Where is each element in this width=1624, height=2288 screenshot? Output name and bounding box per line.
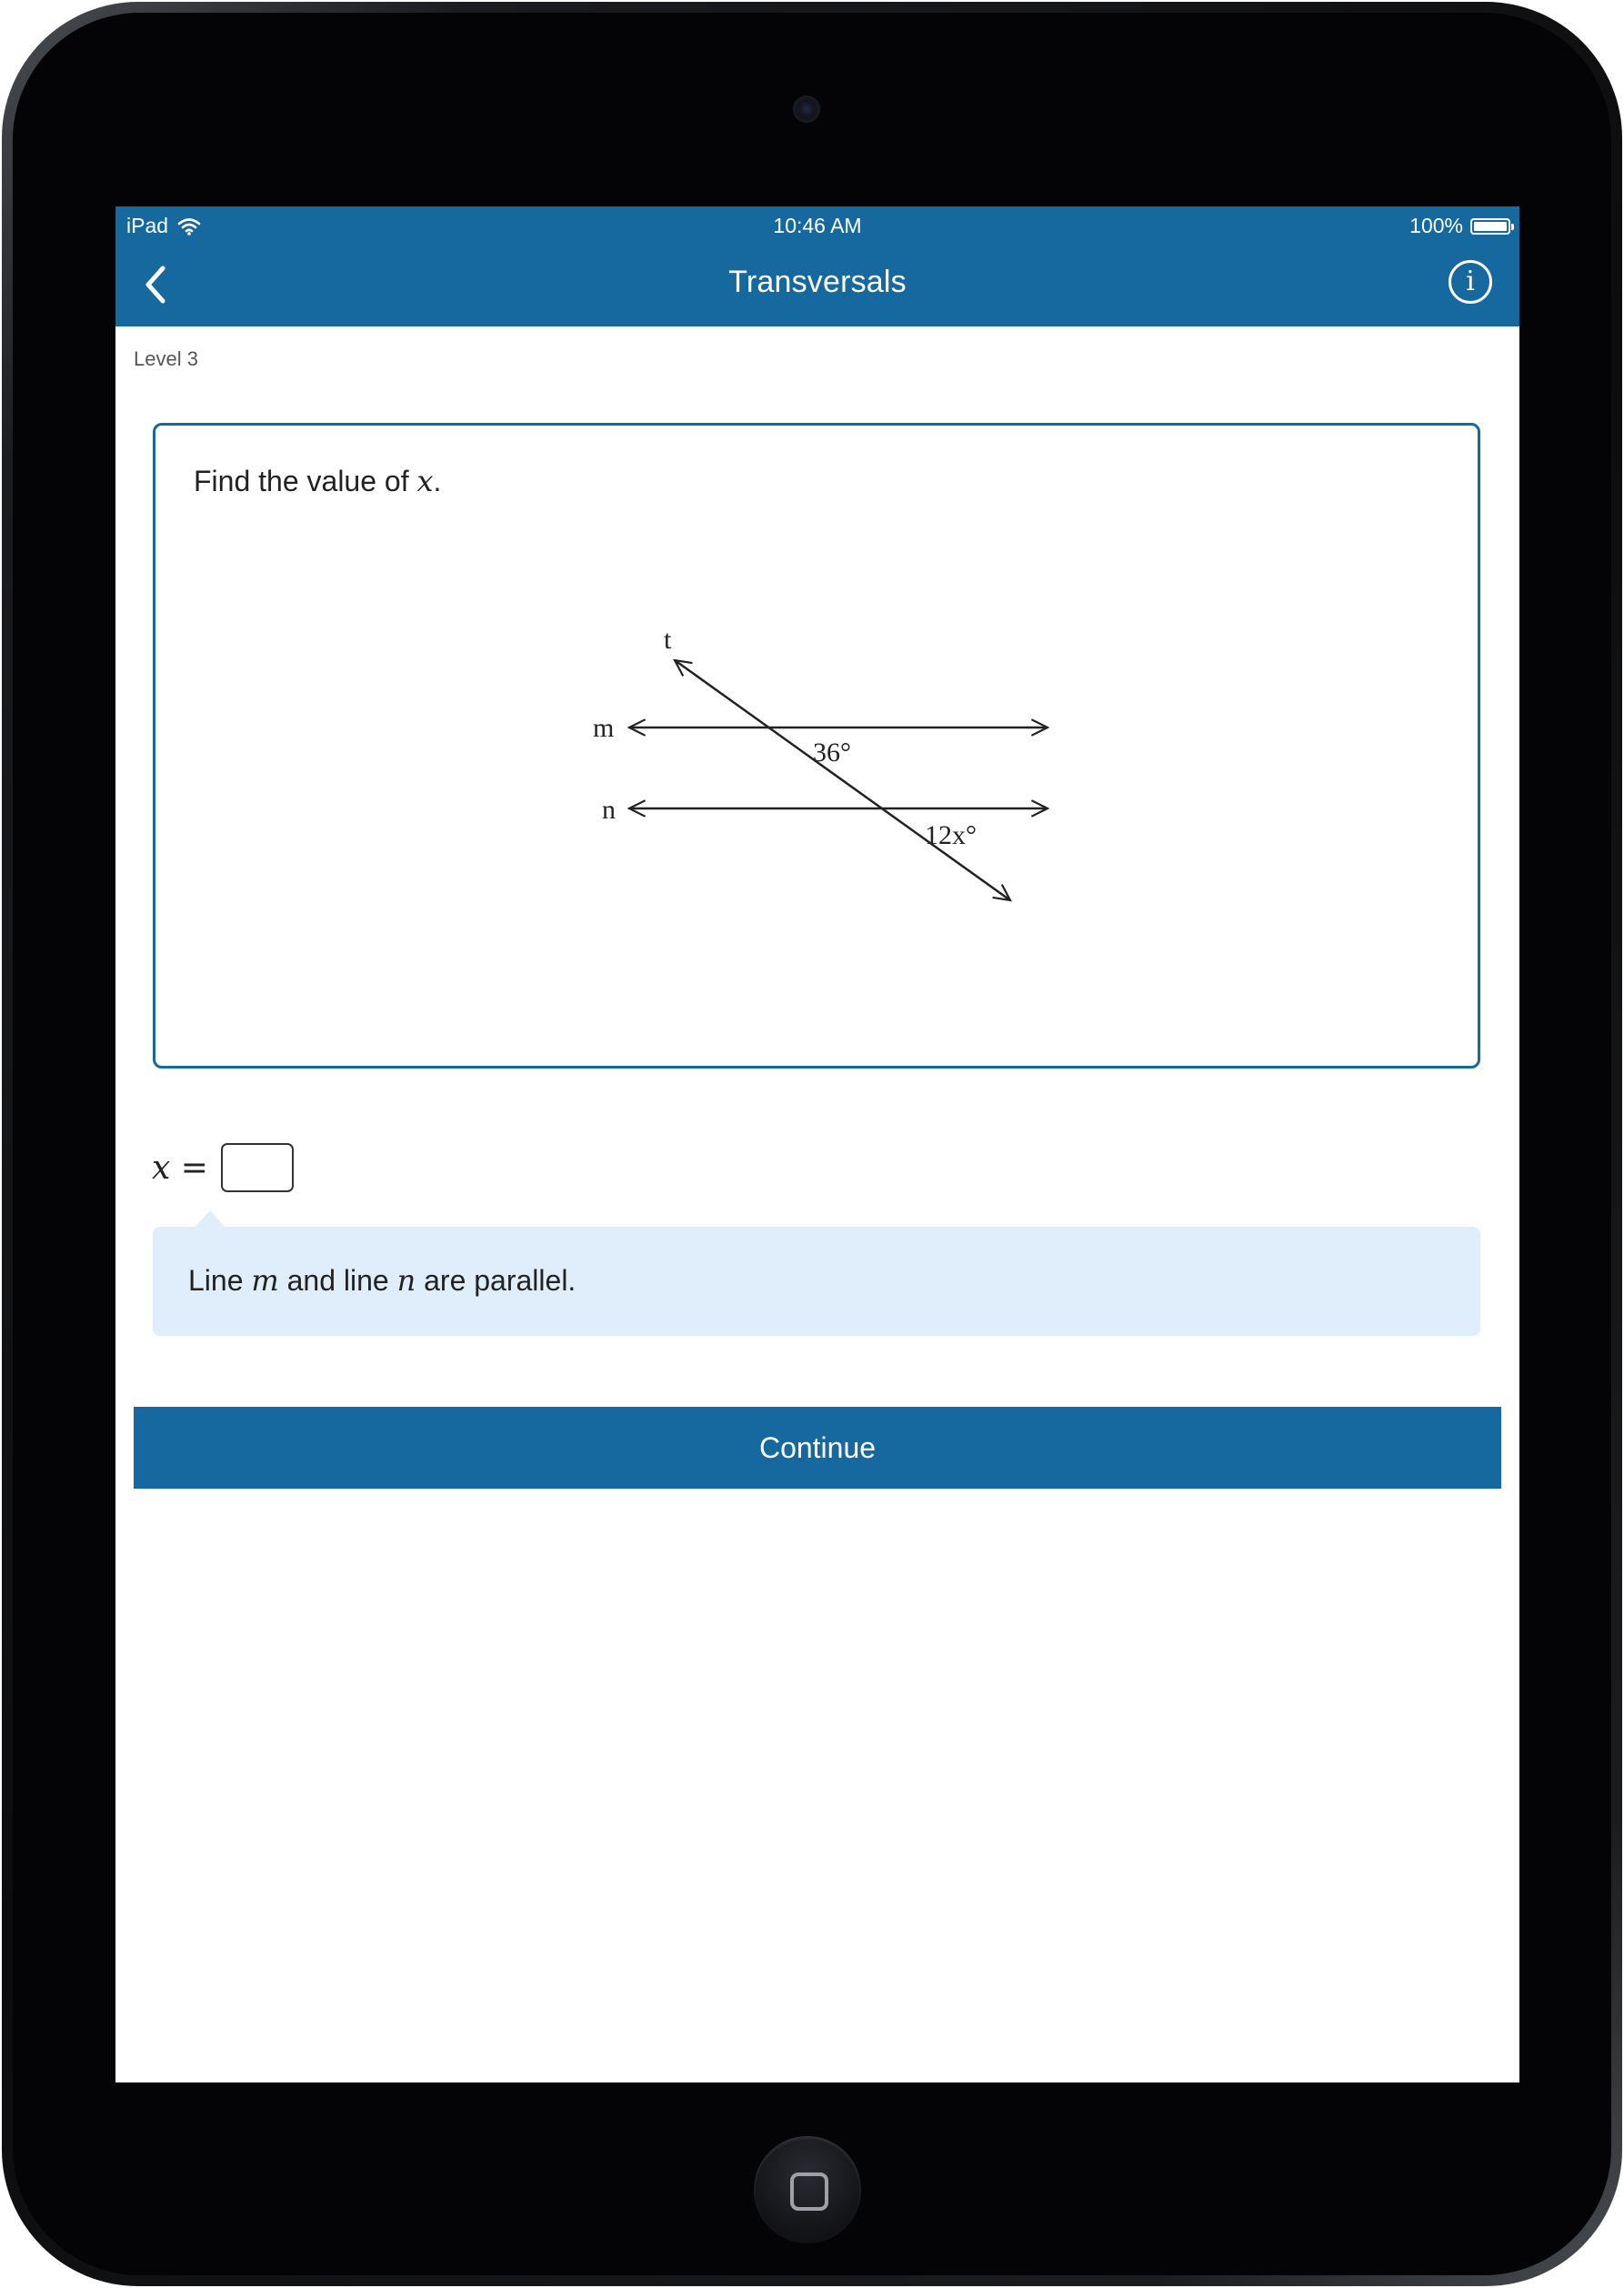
battery-percent: 100% bbox=[1409, 214, 1463, 237]
answer-input[interactable] bbox=[220, 1143, 294, 1192]
answer-row: x = bbox=[152, 1143, 294, 1192]
status-bar: iPad 10:46 AM 100% bbox=[115, 206, 1519, 243]
page-title: Transversals bbox=[728, 265, 907, 299]
hint-text: Line m and line n are parallel. bbox=[188, 1263, 576, 1298]
question-card: Find the value of x. t m n 36° 12x° bbox=[153, 423, 1480, 1069]
hint-part3: are parallel. bbox=[416, 1264, 576, 1297]
transversal-t bbox=[675, 660, 1010, 900]
info-button[interactable]: i bbox=[1449, 260, 1492, 304]
status-time: 10:46 AM bbox=[773, 214, 862, 237]
navigation-bar: Transversals i bbox=[115, 243, 1519, 326]
label-m: m bbox=[593, 713, 614, 743]
hint-box: Line m and line n are parallel. bbox=[153, 1227, 1480, 1336]
home-button[interactable] bbox=[754, 2136, 861, 2243]
continue-button[interactable]: Continue bbox=[134, 1407, 1501, 1489]
hint-pointer bbox=[194, 1210, 226, 1229]
front-camera bbox=[793, 95, 820, 123]
label-t: t bbox=[664, 625, 672, 655]
ipad-device-frame: iPad 10:46 AM 100% Transversals i Level … bbox=[2, 2, 1622, 2286]
level-label: Level 3 bbox=[134, 347, 198, 370]
app-screen: iPad 10:46 AM 100% Transversals i Level … bbox=[115, 206, 1519, 2082]
info-icon: i bbox=[1466, 266, 1475, 297]
battery-icon bbox=[1470, 217, 1514, 235]
angle-12x: 12x° bbox=[925, 820, 977, 850]
answer-variable: x bbox=[152, 1149, 171, 1187]
home-square-icon bbox=[790, 2173, 828, 2211]
hint-var-n: n bbox=[396, 1263, 416, 1298]
answer-equals: = bbox=[180, 1149, 208, 1187]
transversal-diagram: t m n 36° 12x° bbox=[593, 625, 1478, 1066]
angle-36: 36° bbox=[813, 738, 851, 768]
hint-part2: and line bbox=[278, 1264, 397, 1297]
hint-var-m: m bbox=[251, 1263, 279, 1298]
hint-part1: Line bbox=[188, 1264, 252, 1297]
label-n: n bbox=[602, 795, 616, 825]
answer-label: x = bbox=[152, 1149, 208, 1187]
